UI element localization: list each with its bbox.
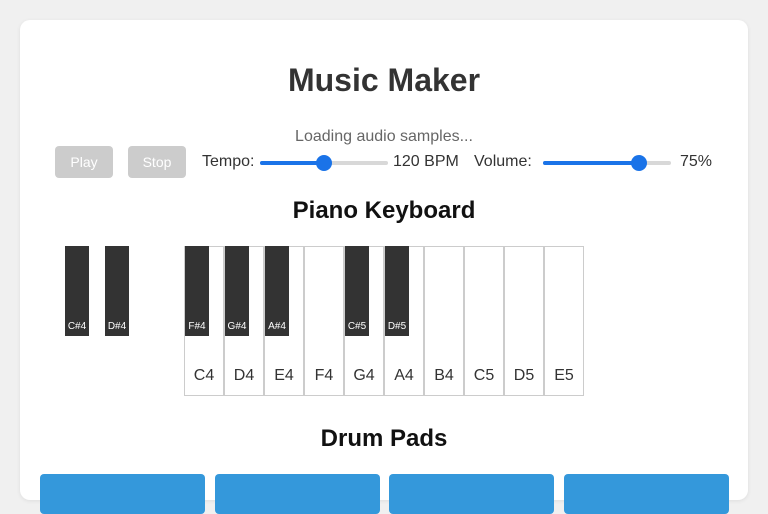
volume-slider-fill — [543, 161, 639, 165]
drum-pad[interactable] — [215, 474, 380, 514]
volume-label: Volume: — [474, 153, 532, 170]
tempo-slider-fill — [260, 161, 324, 165]
white-key-label: D5 — [513, 367, 535, 384]
black-key-label: C#4 — [67, 321, 87, 332]
black-key-d-sharp-5[interactable]: D#5 — [385, 246, 409, 336]
black-key-a-sharp-4[interactable]: A#4 — [265, 246, 289, 336]
black-key-label: D#4 — [107, 321, 127, 332]
volume-slider[interactable] — [543, 155, 671, 171]
white-key-label: B4 — [434, 367, 454, 384]
black-key-label: F#4 — [188, 321, 206, 332]
drum-pad[interactable] — [564, 474, 729, 514]
black-key-c-sharp-5[interactable]: C#5 — [345, 246, 369, 336]
white-key-label: F4 — [314, 367, 334, 384]
white-key-label: E4 — [274, 367, 294, 384]
white-key-label: C5 — [473, 367, 495, 384]
piano-keyboard-title: Piano Keyboard — [292, 197, 476, 224]
white-key-label: E5 — [554, 367, 574, 384]
drum-pads — [40, 474, 729, 514]
tempo-label: Tempo: — [202, 153, 255, 170]
black-key-g-sharp-4[interactable]: G#4 — [225, 246, 249, 336]
drum-pad[interactable] — [389, 474, 554, 514]
white-key-e5[interactable]: E5 — [544, 246, 584, 396]
black-key-label: C#5 — [347, 321, 367, 332]
white-key-d5[interactable]: D5 — [504, 246, 544, 396]
loading-status: Loading audio samples... — [295, 128, 473, 145]
page-title: Music Maker — [287, 62, 481, 98]
black-key-d-sharp-4[interactable]: D#4 — [105, 246, 129, 336]
piano-keyboard: C4 D4 E4 F4 G4 A4 B4 C5 D5 E5 C#4 D#4 F#… — [20, 246, 748, 396]
black-key-label: D#5 — [387, 321, 407, 332]
music-maker-card: Music Maker Loading audio samples... Pla… — [20, 20, 748, 514]
black-key-c-sharp-4[interactable]: C#4 — [65, 246, 89, 336]
tempo-value: 120 BPM — [393, 153, 459, 170]
tempo-slider[interactable] — [260, 155, 388, 171]
black-key-label: G#4 — [227, 321, 247, 332]
drum-pads-title: Drum Pads — [320, 425, 448, 452]
white-key-label: G4 — [353, 367, 375, 384]
volume-value: 75% — [680, 153, 713, 170]
white-key-label: C4 — [193, 367, 215, 384]
white-key-c5[interactable]: C5 — [464, 246, 504, 396]
drum-pad[interactable] — [40, 474, 205, 514]
white-key-b4[interactable]: B4 — [424, 246, 464, 396]
play-button[interactable]: Play — [55, 146, 113, 178]
white-key-f4[interactable]: F4 — [304, 246, 344, 396]
stop-button[interactable]: Stop — [128, 146, 186, 178]
white-key-label: A4 — [394, 367, 414, 384]
white-key-label: D4 — [233, 367, 255, 384]
volume-slider-thumb[interactable] — [631, 155, 647, 171]
tempo-slider-thumb[interactable] — [316, 155, 332, 171]
black-key-f-sharp-4[interactable]: F#4 — [185, 246, 209, 336]
black-key-label: A#4 — [268, 321, 286, 332]
